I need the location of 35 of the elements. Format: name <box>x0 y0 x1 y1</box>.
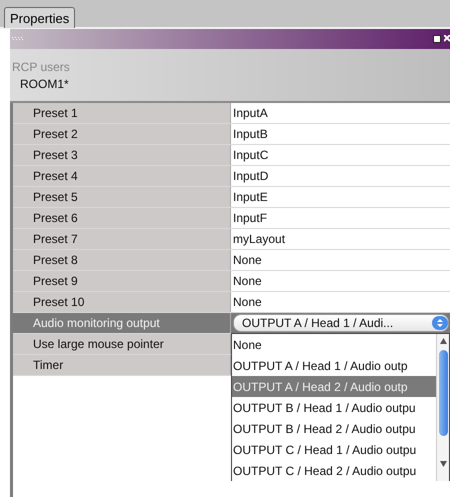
section-title: RCP users <box>12 60 71 74</box>
close-icon[interactable] <box>444 35 450 43</box>
property-label[interactable]: Preset 5 <box>13 187 231 207</box>
scroll-down-icon[interactable] <box>440 461 446 467</box>
property-value[interactable]: InputE <box>233 190 268 204</box>
property-label[interactable]: Preset 1 <box>13 103 231 123</box>
property-label[interactable]: Timer <box>13 355 231 375</box>
property-label[interactable]: Preset 9 <box>13 271 231 291</box>
property-value[interactable]: None <box>233 253 262 267</box>
property-value[interactable]: myLayout <box>233 232 286 246</box>
scroll-thumb[interactable] <box>438 350 448 436</box>
property-value[interactable]: None <box>233 274 262 288</box>
property-label[interactable]: Preset 3 <box>13 145 231 165</box>
dropdown[interactable]: OUTPUT A / Head 1 / Audi... <box>233 314 449 332</box>
property-value[interactable]: InputB <box>233 127 268 141</box>
property-label[interactable]: Preset 8 <box>13 250 231 270</box>
property-value[interactable]: InputA <box>233 106 268 120</box>
property-label[interactable]: Use large mouse pointer <box>13 334 231 354</box>
property-value[interactable]: None <box>233 295 262 309</box>
property-label[interactable]: Preset 6 <box>13 208 231 228</box>
property-label[interactable]: Preset 4 <box>13 166 231 186</box>
dropdown-option[interactable]: OUTPUT A / Head 2 / Audio outp <box>232 376 436 397</box>
up-down-arrows-icon <box>432 316 448 330</box>
property-label[interactable]: Audio monitoring output <box>13 313 231 333</box>
property-value[interactable]: InputF <box>233 211 268 225</box>
property-value[interactable]: InputD <box>233 169 268 183</box>
room-name: ROOM1* <box>19 76 70 90</box>
property-label[interactable]: Preset 2 <box>13 124 231 144</box>
property-label[interactable]: Preset 7 <box>13 229 231 249</box>
tab[interactable]: Properties <box>4 7 76 28</box>
property-value[interactable]: InputC <box>233 148 268 162</box>
scroll-up-icon[interactable] <box>440 338 446 344</box>
maximize-icon[interactable] <box>433 35 441 43</box>
scrollbar[interactable] <box>436 334 449 481</box>
property-label[interactable]: Preset 10 <box>13 292 231 312</box>
